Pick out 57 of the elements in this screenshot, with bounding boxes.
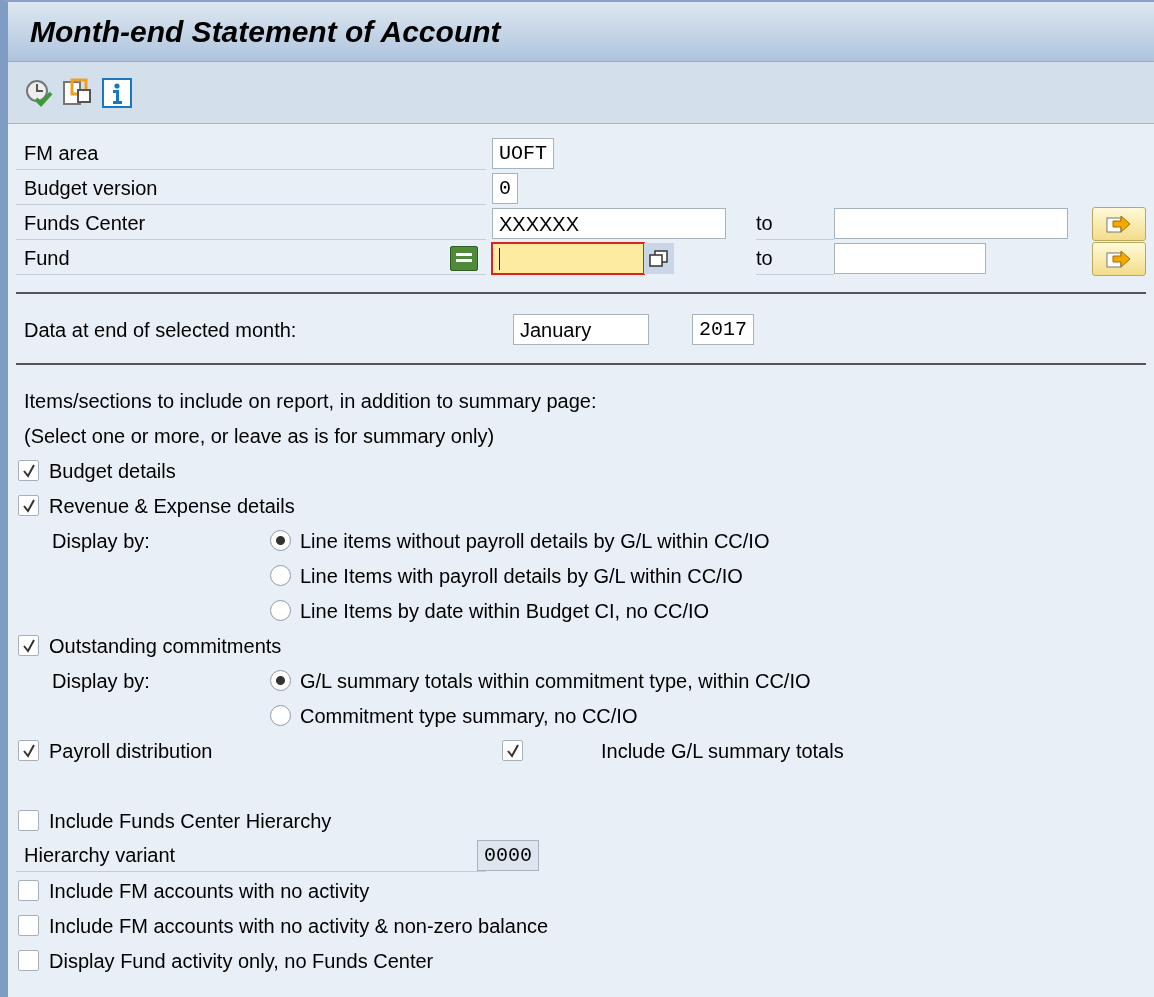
instruction-text: Items/sections to include on report, in addition to summary page: — [24, 388, 597, 414]
period-label: Data at end of selected month: — [23, 317, 298, 343]
checkbox[interactable] — [502, 740, 523, 761]
multiple-selection-button[interactable] — [1092, 206, 1146, 241]
equals-icon[interactable] — [450, 245, 478, 271]
radio-button[interactable] — [270, 530, 291, 551]
radio-button[interactable] — [270, 600, 291, 621]
field-label: FM area — [24, 141, 99, 166]
input-field[interactable] — [834, 208, 1068, 239]
option-label: Line Items by date within Budget CI, no CC/IO — [300, 598, 710, 624]
checkbox[interactable] — [18, 740, 39, 761]
checkbox[interactable] — [18, 880, 39, 901]
window-title: Month-end Statement of Account — [30, 13, 501, 50]
multiple-selection-icon[interactable] — [644, 243, 674, 274]
checkbox[interactable] — [18, 915, 39, 936]
option-label: Commitment type summary, no CC/IO — [300, 703, 638, 729]
option-label: G/L summary totals within commitment type, within CC/IO — [300, 668, 811, 694]
clock-check-icon[interactable] — [24, 77, 54, 108]
option-label: Display Fund activity only, no Funds Center — [49, 948, 434, 974]
to-label: to — [756, 211, 773, 236]
input-field[interactable]: XXXXXX — [492, 208, 726, 239]
instruction-text: (Select one or more, or leave as is for summary only) — [24, 423, 495, 449]
option-label: Budget details — [49, 458, 176, 484]
multiple-selection-button[interactable] — [1092, 241, 1146, 276]
to-label: to — [756, 246, 773, 271]
checkbox[interactable] — [18, 460, 39, 481]
field-label: Budget version — [24, 176, 158, 201]
option-label: Include FM accounts with no activity & non-zero balance — [49, 913, 549, 939]
info-icon[interactable] — [102, 77, 132, 108]
input-field[interactable]: 0 — [492, 173, 518, 204]
month-field[interactable]: January — [513, 314, 649, 345]
checkbox[interactable] — [18, 810, 39, 831]
input-field[interactable] — [834, 243, 986, 274]
option-label: Include Funds Center Hierarchy — [49, 808, 332, 834]
radio-button[interactable] — [270, 565, 291, 586]
field-label: Hierarchy variant — [24, 843, 176, 868]
display-by-label: Display by: — [51, 528, 151, 554]
input-field[interactable]: UOFT — [492, 138, 554, 169]
field-label: Funds Center — [24, 211, 146, 236]
option-label: Revenue & Expense details — [49, 493, 295, 519]
option-label: Payroll distribution — [49, 738, 214, 764]
option-label: Include FM accounts with no activity — [49, 878, 370, 904]
option-label: Line Items with payroll details by G/L within CC/IO — [300, 563, 743, 589]
radio-button[interactable] — [270, 670, 291, 691]
option-label: Outstanding commitments — [49, 633, 282, 659]
checkbox[interactable] — [18, 635, 39, 656]
radio-button[interactable] — [270, 705, 291, 726]
input-field[interactable]: 0000 — [477, 840, 539, 871]
option-label: Line items without payroll details by G/L within CC/IO — [300, 528, 770, 554]
checkbox[interactable] — [18, 495, 39, 516]
display-by-label: Display by: — [51, 668, 151, 694]
field-label: Fund — [24, 246, 70, 271]
year-field[interactable]: 2017 — [692, 314, 754, 345]
option-label: Include G/L summary totals — [601, 738, 844, 764]
checkbox[interactable] — [18, 950, 39, 971]
input-field[interactable] — [492, 243, 644, 274]
copy-icon[interactable] — [62, 77, 94, 108]
